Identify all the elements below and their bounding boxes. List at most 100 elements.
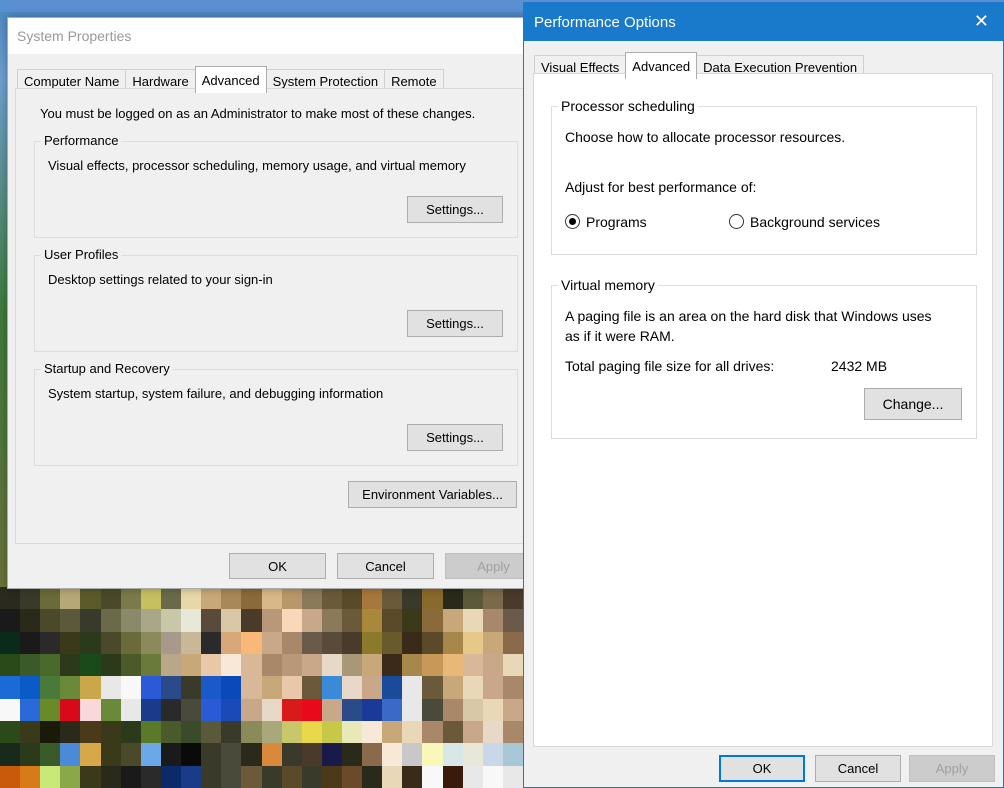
mosaic-tile	[181, 609, 202, 632]
mosaic-tile	[40, 587, 61, 610]
mosaic-tile	[402, 654, 423, 677]
mosaic-tile	[442, 631, 463, 654]
mosaic-tile	[341, 587, 363, 610]
mosaic-tile	[402, 721, 423, 744]
system-properties-title-bar[interactable]: System Properties	[8, 18, 548, 54]
mosaic-tile	[160, 631, 182, 654]
mosaic-tile	[402, 698, 423, 721]
mosaic-tile	[281, 698, 302, 721]
mosaic-tile	[502, 743, 523, 766]
mosaic-tile	[502, 676, 523, 699]
mosaic-tile	[20, 698, 41, 721]
apply-button[interactable]: Apply	[909, 755, 995, 782]
mosaic-tile	[100, 743, 121, 766]
startup-recovery-legend: Startup and Recovery	[41, 361, 173, 376]
mosaic-tile	[281, 609, 302, 632]
mosaic-tile	[462, 698, 483, 721]
mosaic-tile	[40, 676, 61, 699]
mosaic-tile	[221, 698, 242, 721]
mosaic-tile	[482, 721, 503, 744]
mosaic-tile	[281, 743, 302, 766]
mosaic-tile	[80, 721, 101, 744]
mosaic-tile	[80, 654, 101, 677]
mosaic-tile	[321, 587, 342, 610]
mosaic-tile	[502, 721, 523, 744]
adjust-label: Adjust for best performance of:	[565, 179, 757, 195]
mosaic-tile	[201, 698, 222, 721]
mosaic-tile	[462, 587, 483, 610]
mosaic-tile	[321, 609, 342, 632]
mosaic-tile	[241, 631, 262, 654]
environment-variables-button[interactable]: Environment Variables...	[348, 481, 517, 508]
mosaic-tile	[341, 676, 363, 699]
mosaic-tile	[341, 765, 363, 788]
mosaic-tile	[442, 743, 463, 766]
performance-options-title-bar[interactable]: Performance Options ✕	[524, 3, 1003, 41]
tab-advanced[interactable]: Advanced	[625, 52, 698, 79]
mosaic-tile	[321, 698, 342, 721]
cancel-button[interactable]: Cancel	[815, 755, 901, 782]
mosaic-tile	[502, 698, 523, 721]
mosaic-tile	[261, 631, 282, 654]
processor-scheduling-group: Processor scheduling Choose how to alloc…	[551, 98, 977, 255]
mosaic-tile	[80, 587, 101, 610]
mosaic-tile	[422, 721, 443, 744]
processor-scheduling-description: Choose how to allocate processor resourc…	[565, 129, 846, 145]
programs-radio[interactable]	[565, 214, 580, 229]
mosaic-tile	[482, 743, 503, 766]
mosaic-tile	[201, 654, 222, 677]
mosaic-tile	[341, 654, 363, 677]
programs-label[interactable]: Programs	[586, 214, 647, 230]
performance-description: Visual effects, processor scheduling, me…	[48, 158, 466, 173]
mosaic-tile	[181, 743, 202, 766]
mosaic-tile	[60, 765, 81, 788]
mosaic-tile	[382, 631, 403, 654]
mosaic-tile	[462, 765, 483, 788]
mosaic-tile	[160, 765, 182, 788]
virtual-memory-group: Virtual memory A paging file is an area …	[551, 277, 977, 439]
tab-advanced[interactable]: Advanced	[194, 66, 267, 93]
ok-button[interactable]: OK	[229, 553, 326, 579]
mosaic-tile	[20, 631, 41, 654]
startup-recovery-description: System startup, system failure, and debu…	[48, 386, 384, 401]
mosaic-tile	[100, 631, 121, 654]
mosaic-tile	[181, 587, 202, 610]
mosaic-tile	[261, 743, 282, 766]
mosaic-tile	[422, 609, 443, 632]
mosaic-tile	[40, 721, 61, 744]
performance-settings-button[interactable]: Settings...	[407, 196, 503, 223]
mosaic-tile	[140, 654, 161, 677]
startup-recovery-group: Startup and Recovery System startup, sys…	[34, 361, 518, 466]
mosaic-tile	[241, 743, 262, 766]
mosaic-tile	[301, 587, 322, 610]
mosaic-tile	[181, 765, 202, 788]
mosaic-tile	[281, 676, 302, 699]
mosaic-tile	[482, 765, 503, 788]
mosaic-tile	[120, 631, 141, 654]
cancel-button[interactable]: Cancel	[337, 553, 434, 579]
mosaic-tile	[181, 654, 202, 677]
ok-button[interactable]: OK	[719, 755, 805, 782]
mosaic-tile	[120, 698, 141, 721]
mosaic-tile	[100, 676, 121, 699]
mosaic-tile	[341, 609, 363, 632]
mosaic-tile	[160, 698, 182, 721]
mosaic-tile	[20, 587, 41, 610]
mosaic-tile	[60, 587, 81, 610]
mosaic-tile	[341, 698, 363, 721]
mosaic-tile	[0, 654, 21, 677]
mosaic-tile	[140, 676, 161, 699]
user-profiles-settings-button[interactable]: Settings...	[407, 310, 503, 337]
mosaic-tile	[281, 765, 302, 788]
change-button[interactable]: Change...	[864, 388, 962, 420]
mosaic-tile	[281, 721, 302, 744]
mosaic-tile	[402, 609, 423, 632]
mosaic-tile	[80, 698, 101, 721]
close-icon[interactable]: ✕	[974, 11, 989, 32]
mosaic-tile	[402, 587, 423, 610]
background-services-label[interactable]: Background services	[750, 214, 880, 230]
mosaic-tile	[321, 721, 342, 744]
background-services-radio[interactable]	[729, 214, 744, 229]
startup-recovery-settings-button[interactable]: Settings...	[407, 424, 503, 451]
mosaic-tile	[100, 654, 121, 677]
